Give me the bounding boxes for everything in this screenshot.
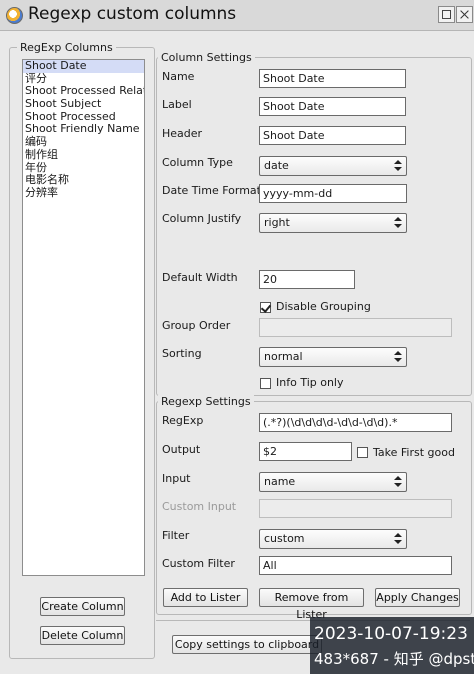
list-item[interactable]: 编码 [23,135,144,149]
list-item[interactable]: Shoot Subject [23,97,144,111]
default-width-label: Default Width [162,271,238,284]
app-icon [6,7,23,24]
column-justify-label: Column Justify [162,212,242,225]
overlay-info: 483*687 - 知乎 @dpst [314,650,474,668]
maximize-button[interactable] [438,6,455,23]
input-value: name [264,475,296,488]
dropdown-arrows-icon [394,217,402,229]
create-column-button[interactable]: Create Column [40,597,125,616]
add-to-lister-button[interactable]: Add to Lister [163,588,248,607]
column-type-select[interactable]: date [259,156,407,176]
remove-from-lister-button[interactable]: Remove from Lister [259,588,364,621]
copy-settings-button[interactable]: Copy settings to clipboard [172,635,322,654]
filter-label: Filter [162,529,190,542]
sorting-label: Sorting [162,347,202,360]
dropdown-arrows-icon [394,160,402,172]
default-width-field[interactable]: 20 [259,270,355,289]
sorting-select[interactable]: normal [259,347,407,367]
regexp-label: RegExp [162,414,204,427]
date-time-format-label: Date Time Format [162,184,261,197]
label-label: Label [162,98,192,111]
dropdown-arrows-icon [394,351,402,363]
list-item[interactable]: 分辨率 [23,186,144,200]
label-field[interactable]: Shoot Date [259,97,406,116]
close-button[interactable] [456,6,473,23]
header-field[interactable]: Shoot Date [259,126,406,145]
list-item[interactable]: Shoot Date [23,60,144,73]
take-first-good-label: Take First good [373,446,455,459]
columns-list[interactable]: Shoot Date评分Shoot Processed RelativeShoo… [22,59,145,576]
custom-filter-field[interactable]: All [259,556,452,575]
regexp-settings-title: Regexp Settings [158,395,254,408]
custom-filter-label: Custom Filter [162,557,235,570]
date-time-format-field[interactable]: yyyy-mm-dd [259,184,407,203]
regexp-field[interactable]: (.*?)(\d\d\d\d-\d\d-\d\d).* [259,413,452,432]
list-item[interactable]: 制作组 [23,148,144,162]
disable-grouping-label: Disable Grouping [276,300,371,313]
name-field[interactable]: Shoot Date [259,69,406,88]
overlay-timestamp: 2023-10-07-19:23 [314,624,468,644]
info-tip-only-checkbox[interactable] [260,378,271,389]
list-item[interactable]: 电影名称 [23,173,144,187]
disable-grouping-checkbox[interactable] [260,302,271,313]
take-first-good-checkbox[interactable] [357,447,368,458]
dropdown-arrows-icon [394,533,402,545]
timestamp-overlay: 2023-10-07-19:23 483*687 - 知乎 @dpst [310,617,474,674]
input-label: Input [162,472,191,485]
group-order-field[interactable] [259,318,452,337]
input-select[interactable]: name [259,472,407,492]
regexp-columns-title: RegExp Columns [17,41,116,54]
apply-changes-button[interactable]: Apply Changes [375,588,460,607]
window-title: Regexp custom columns [28,4,237,24]
title-bar: Regexp custom columns [0,0,474,31]
column-justify-select[interactable]: right [259,213,407,233]
column-settings-title: Column Settings [158,51,255,64]
column-type-value: date [264,159,289,172]
output-field[interactable]: $2 [259,442,352,461]
output-label: Output [162,443,201,456]
info-tip-only-label: Info Tip only [276,376,344,389]
filter-select[interactable]: custom [259,529,407,549]
dropdown-arrows-icon [394,476,402,488]
name-label: Name [162,70,195,83]
custom-input-field[interactable] [259,499,452,518]
sorting-value: normal [264,350,303,363]
group-order-label: Group Order [162,319,231,332]
filter-value: custom [264,532,305,545]
delete-column-button[interactable]: Delete Column [40,626,125,645]
column-type-label: Column Type [162,156,233,169]
column-justify-value: right [264,216,290,229]
header-label: Header [162,127,203,140]
custom-input-label: Custom Input [162,500,237,513]
